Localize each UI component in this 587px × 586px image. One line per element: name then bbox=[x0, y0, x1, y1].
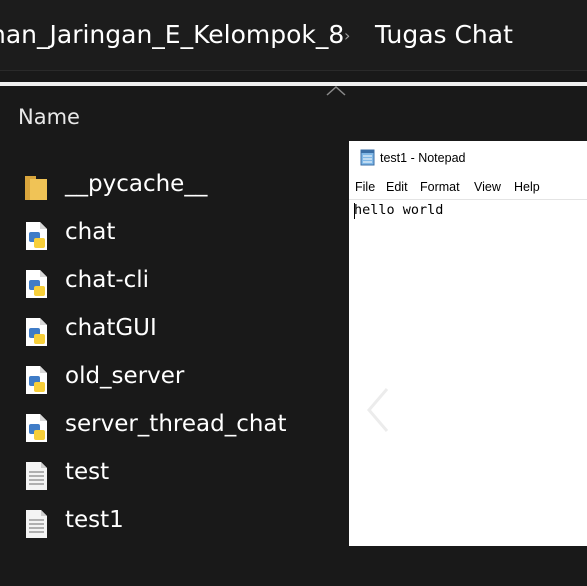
folder-icon bbox=[25, 176, 47, 200]
breadcrumb-parent-folder[interactable]: nan_Jaringan_E_Kelompok_8 bbox=[0, 20, 344, 49]
menu-help[interactable]: Help bbox=[514, 180, 540, 194]
text-caret bbox=[354, 203, 355, 219]
python-file-icon bbox=[26, 270, 47, 298]
notepad-window[interactable]: test1 - Notepad File Edit Format View He… bbox=[349, 141, 587, 546]
address-bar: nan_Jaringan_E_Kelompok_8 › Tugas Chat bbox=[0, 0, 587, 71]
menu-view[interactable]: View bbox=[474, 180, 501, 194]
list-item[interactable]: __pycache__ bbox=[18, 165, 348, 209]
list-item[interactable]: server_thread_chat bbox=[18, 405, 348, 449]
list-item[interactable]: old_server bbox=[18, 357, 348, 401]
menu-edit[interactable]: Edit bbox=[386, 180, 408, 194]
notepad-text-area[interactable]: hello world bbox=[349, 199, 587, 547]
text-file-icon bbox=[26, 510, 47, 538]
python-file-icon bbox=[26, 318, 47, 346]
list-item[interactable]: test1 bbox=[18, 501, 348, 545]
file-name: test bbox=[65, 459, 110, 485]
notepad-menubar: File Edit Format View Help bbox=[349, 178, 587, 198]
notepad-content: hello world bbox=[354, 202, 444, 218]
file-name: chatGUI bbox=[65, 315, 157, 341]
menu-file[interactable]: File bbox=[355, 180, 375, 194]
file-name: chat-cli bbox=[65, 267, 150, 293]
list-item[interactable]: chatGUI bbox=[18, 309, 348, 353]
list-item[interactable]: chat bbox=[18, 213, 348, 257]
menu-format[interactable]: Format bbox=[420, 180, 460, 194]
text-file-icon bbox=[26, 462, 47, 490]
chevron-left-icon bbox=[367, 388, 389, 432]
notepad-title: test1 - Notepad bbox=[380, 151, 466, 165]
list-item[interactable]: chat-cli bbox=[18, 261, 348, 305]
python-file-icon bbox=[26, 222, 47, 250]
notepad-icon bbox=[360, 149, 375, 166]
file-name: old_server bbox=[65, 363, 185, 389]
breadcrumb-separator-chevron-icon: › bbox=[344, 26, 351, 45]
breadcrumb-current-folder[interactable]: Tugas Chat bbox=[375, 20, 513, 49]
python-file-icon bbox=[26, 414, 47, 442]
file-name: test1 bbox=[65, 507, 124, 533]
sort-ascending-icon bbox=[326, 85, 346, 96]
list-item[interactable]: test bbox=[18, 453, 348, 497]
notepad-titlebar[interactable]: test1 - Notepad bbox=[349, 141, 587, 177]
file-name: server_thread_chat bbox=[65, 411, 287, 437]
file-name: chat bbox=[65, 219, 116, 245]
header-divider bbox=[0, 82, 587, 86]
python-file-icon bbox=[26, 366, 47, 394]
file-name: __pycache__ bbox=[65, 171, 208, 197]
column-header-name[interactable]: Name bbox=[18, 105, 80, 129]
